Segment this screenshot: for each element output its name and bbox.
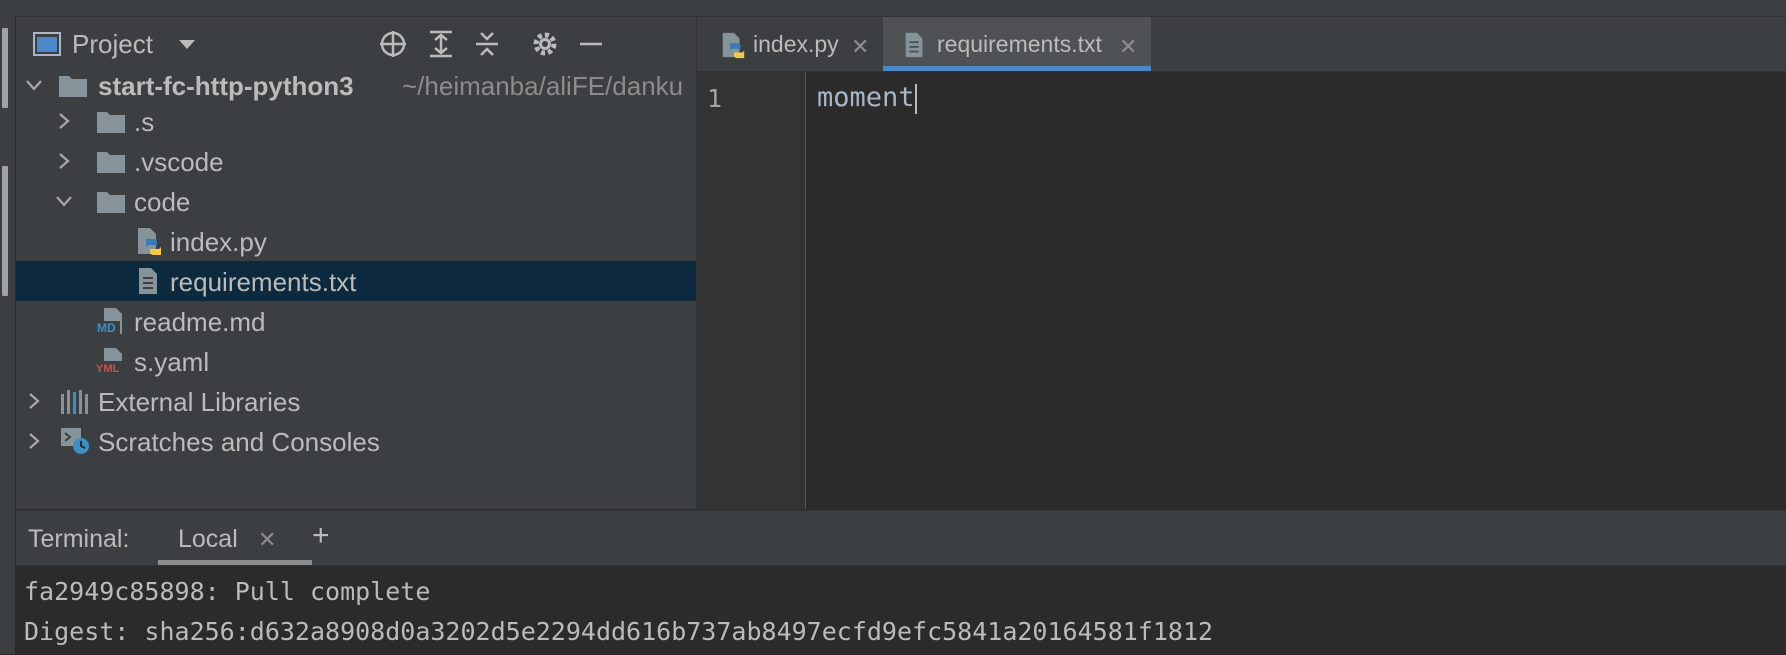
terminal-tab-indicator xyxy=(158,560,312,565)
structure-tool-button[interactable] xyxy=(2,166,8,296)
tab-requirements-txt[interactable]: requirements.txt ✕ xyxy=(883,17,1151,71)
tree-item-readme-md[interactable]: MD readme.md xyxy=(16,301,696,341)
chevron-down-icon[interactable] xyxy=(176,33,198,55)
tree-item-scratches-and-consoles[interactable]: Scratches and Consoles xyxy=(16,421,696,461)
navigation-bar xyxy=(0,0,1786,17)
terminal-tab-local[interactable]: Local ✕ xyxy=(158,511,312,565)
yml-badge: YML xyxy=(96,363,120,375)
chevron-right-icon[interactable] xyxy=(24,431,44,451)
tab-label: requirements.txt xyxy=(937,31,1102,57)
text-file-icon xyxy=(139,268,157,294)
project-view-title[interactable]: Project xyxy=(72,29,153,60)
project-tool-button[interactable] xyxy=(2,28,8,108)
chevron-right-icon[interactable] xyxy=(24,391,44,411)
chevron-right-icon[interactable] xyxy=(54,111,74,131)
tree-item-label: index.py xyxy=(170,227,267,257)
editor-area: index.py ✕ requirements.txt ✕ 1 moment xyxy=(697,17,1786,509)
tab-index-py[interactable]: index.py ✕ xyxy=(697,17,883,71)
text-caret xyxy=(914,83,917,114)
markdown-file-icon: MD xyxy=(96,308,122,335)
collapse-all-icon[interactable] xyxy=(472,29,502,59)
active-tab-indicator xyxy=(883,66,1151,71)
tree-item-code-folder[interactable]: code xyxy=(16,181,696,221)
yaml-file-icon: YML xyxy=(96,348,124,375)
locate-file-icon[interactable] xyxy=(378,29,408,59)
new-terminal-button[interactable]: + xyxy=(312,519,330,553)
md-badge: MD xyxy=(97,321,116,335)
tree-item-label: .s xyxy=(134,107,155,137)
minimize-icon[interactable] xyxy=(576,29,606,59)
tab-label: index.py xyxy=(753,31,839,57)
tree-item-label: code xyxy=(134,187,191,217)
python-file-icon xyxy=(722,32,745,59)
scratches-icon xyxy=(61,428,89,454)
tree-item-project-root[interactable]: start-fc-http-python3 ~/heimanba/aliFE/d… xyxy=(16,65,696,105)
folder-icon xyxy=(97,152,125,173)
python-file-icon xyxy=(138,228,161,255)
project-view-icon xyxy=(33,32,61,56)
chevron-down-icon[interactable] xyxy=(24,75,44,95)
terminal-output-line: fa2949c85898: Pull complete xyxy=(24,577,431,606)
terminal-title: Terminal: xyxy=(28,525,130,553)
tool-window-stripe[interactable] xyxy=(0,16,16,654)
project-panel: Project start-fc-http-python3 ~/heimanba… xyxy=(16,17,697,509)
editor-tab-bar: index.py ✕ requirements.txt ✕ xyxy=(697,17,1786,72)
terminal-tab-label: Local xyxy=(178,525,238,553)
close-icon[interactable]: ✕ xyxy=(851,34,869,60)
text-file-icon xyxy=(905,32,923,58)
tree-item-label: External Libraries xyxy=(98,387,301,417)
folder-icon xyxy=(97,192,125,213)
terminal-header: Terminal: Local ✕ + xyxy=(16,511,1786,566)
tree-item-s-folder[interactable]: .s xyxy=(16,101,696,141)
tree-item-label: start-fc-http-python3 xyxy=(98,71,354,101)
code-editor[interactable]: moment xyxy=(697,72,1786,509)
tree-item-label: Scratches and Consoles xyxy=(98,427,380,457)
gear-icon[interactable] xyxy=(530,29,560,59)
tree-item-index-py[interactable]: index.py xyxy=(16,221,696,261)
tree-item-label: readme.md xyxy=(134,307,266,337)
tree-item-requirements-txt[interactable]: requirements.txt xyxy=(16,261,696,301)
terminal-output-line: Digest: sha256:d632a8908d0a3202d5e2294dd… xyxy=(24,617,1214,646)
terminal-panel: Terminal: Local ✕ + fa2949c85898: Pull c… xyxy=(16,510,1786,655)
folder-icon xyxy=(97,112,125,133)
project-header: Project xyxy=(16,17,696,71)
close-icon[interactable]: ✕ xyxy=(258,527,276,553)
tree-item-label: .vscode xyxy=(134,147,224,177)
folder-icon xyxy=(59,76,87,97)
code-line[interactable]: moment xyxy=(817,82,917,114)
tree-item-path: ~/heimanba/aliFE/danku xyxy=(402,71,684,101)
tree-item-label: requirements.txt xyxy=(170,267,357,297)
tree-item-external-libraries[interactable]: External Libraries xyxy=(16,381,696,421)
tree-item-s-yaml[interactable]: YML s.yaml xyxy=(16,341,696,381)
chevron-right-icon[interactable] xyxy=(54,151,74,171)
chevron-down-icon[interactable] xyxy=(54,191,74,211)
libraries-icon xyxy=(61,390,88,414)
expand-all-icon[interactable] xyxy=(426,29,456,59)
close-icon[interactable]: ✕ xyxy=(1119,34,1137,60)
code-text: moment xyxy=(817,82,915,113)
tree-item-label: s.yaml xyxy=(134,347,210,377)
tree-item-vscode-folder[interactable]: .vscode xyxy=(16,141,696,181)
